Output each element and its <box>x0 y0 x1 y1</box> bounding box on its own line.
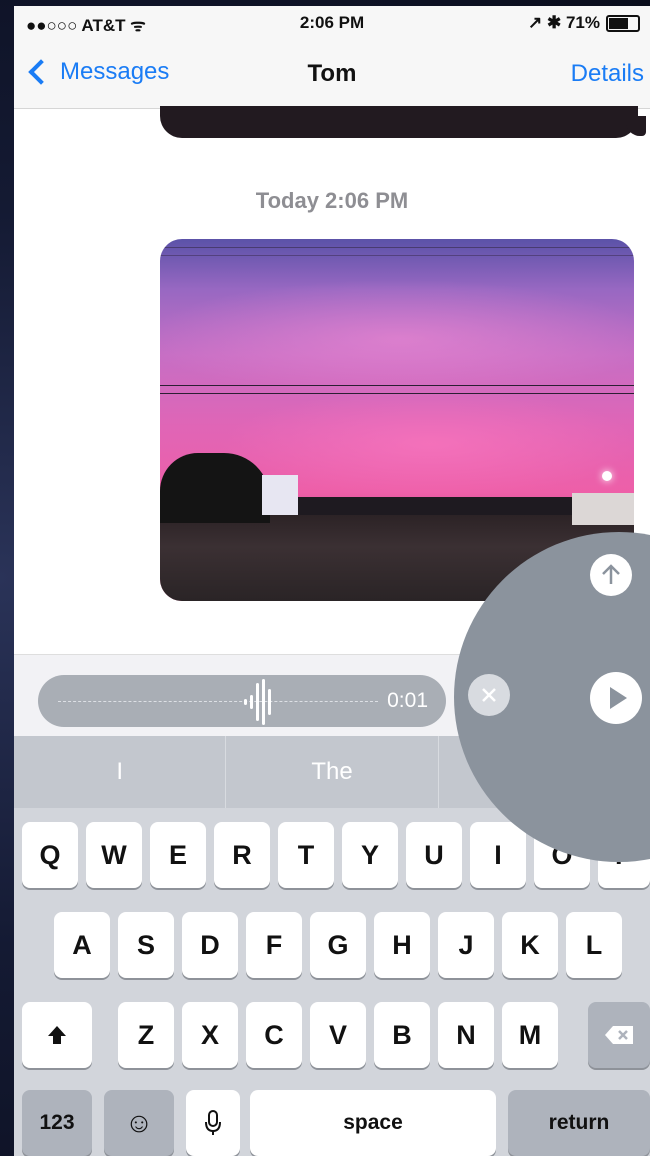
key-f[interactable]: F <box>246 912 302 978</box>
street-light <box>602 471 612 481</box>
key-z[interactable]: Z <box>118 1002 174 1068</box>
waveform-bar <box>262 679 265 725</box>
close-icon <box>482 688 496 702</box>
power-line <box>160 385 634 386</box>
power-line <box>160 393 634 394</box>
key-y[interactable]: Y <box>342 822 398 888</box>
numbers-label: 123 <box>39 1111 75 1134</box>
space-label: space <box>343 1111 403 1134</box>
numbers-key[interactable]: 123 <box>22 1090 92 1156</box>
status-right: ↗ ✱ 71% <box>528 13 640 33</box>
key-g[interactable]: G <box>310 912 366 978</box>
key-w[interactable]: W <box>86 822 142 888</box>
backspace-icon <box>605 1026 633 1044</box>
building <box>262 475 298 515</box>
horizon-buildings <box>290 497 590 515</box>
key-r[interactable]: R <box>214 822 270 888</box>
key-v[interactable]: V <box>310 1002 366 1068</box>
shift-icon <box>48 1026 66 1044</box>
truck <box>572 493 634 525</box>
key-h[interactable]: H <box>374 912 430 978</box>
key-a[interactable]: A <box>54 912 110 978</box>
space-key[interactable]: space <box>250 1090 496 1156</box>
battery-percent: ↗ ✱ 71% <box>528 13 600 32</box>
key-n[interactable]: N <box>438 1002 494 1068</box>
waveform-bar <box>250 695 253 709</box>
key-l[interactable]: L <box>566 912 622 978</box>
power-line <box>160 255 634 256</box>
play-icon <box>610 687 627 709</box>
message-timestamp: Today 2:06 PM <box>255 188 409 213</box>
microphone-icon <box>205 1110 221 1135</box>
waveform-bar <box>268 689 271 715</box>
key-d[interactable]: D <box>182 912 238 978</box>
play-audio-button[interactable] <box>590 672 642 724</box>
key-j[interactable]: J <box>438 912 494 978</box>
return-label: return <box>548 1111 610 1134</box>
conversation-title: Tom <box>307 60 357 87</box>
waveform-bar <box>256 683 259 721</box>
key-u[interactable]: U <box>406 822 462 888</box>
suggestion-2[interactable]: The <box>226 736 439 808</box>
waveform-bar <box>244 699 247 705</box>
emoji-icon: ☺ <box>124 1107 154 1138</box>
key-q[interactable]: Q <box>22 822 78 888</box>
key-k[interactable]: K <box>502 912 558 978</box>
audio-track <box>58 701 378 702</box>
key-m[interactable]: M <box>502 1002 558 1068</box>
nav-bar: Messages Tom Details <box>14 40 650 109</box>
power-line <box>160 247 634 248</box>
key-s[interactable]: S <box>118 912 174 978</box>
shift-key[interactable] <box>22 1002 92 1068</box>
cancel-audio-button[interactable] <box>468 674 510 716</box>
delete-key[interactable] <box>588 1002 650 1068</box>
sky-clouds <box>160 279 634 399</box>
key-b[interactable]: B <box>374 1002 430 1068</box>
phone-screen: ●●○○○ AT&T ᯤ 2:06 PM ↗ ✱ 71% Messages To… <box>14 6 650 1156</box>
previous-image-bubble[interactable] <box>160 106 638 138</box>
emoji-key[interactable]: ☺ <box>104 1090 174 1156</box>
key-e[interactable]: E <box>150 822 206 888</box>
key-i[interactable]: I <box>470 822 526 888</box>
key-t[interactable]: T <box>278 822 334 888</box>
return-key[interactable]: return <box>508 1090 650 1156</box>
key-x[interactable]: X <box>182 1002 238 1068</box>
battery-icon <box>606 14 640 32</box>
suggestion-1[interactable]: I <box>14 736 227 808</box>
audio-duration: 0:01 <box>387 689 428 712</box>
details-button[interactable]: Details <box>571 60 644 88</box>
arrow-up-icon <box>602 564 620 584</box>
dictation-key[interactable] <box>186 1090 240 1156</box>
audio-recording-bar[interactable]: 0:01 <box>38 675 446 727</box>
key-c[interactable]: C <box>246 1002 302 1068</box>
tree-line <box>160 453 270 523</box>
send-audio-button[interactable] <box>590 554 632 596</box>
status-bar: ●●○○○ AT&T ᯤ 2:06 PM ↗ ✱ 71% <box>14 6 650 40</box>
